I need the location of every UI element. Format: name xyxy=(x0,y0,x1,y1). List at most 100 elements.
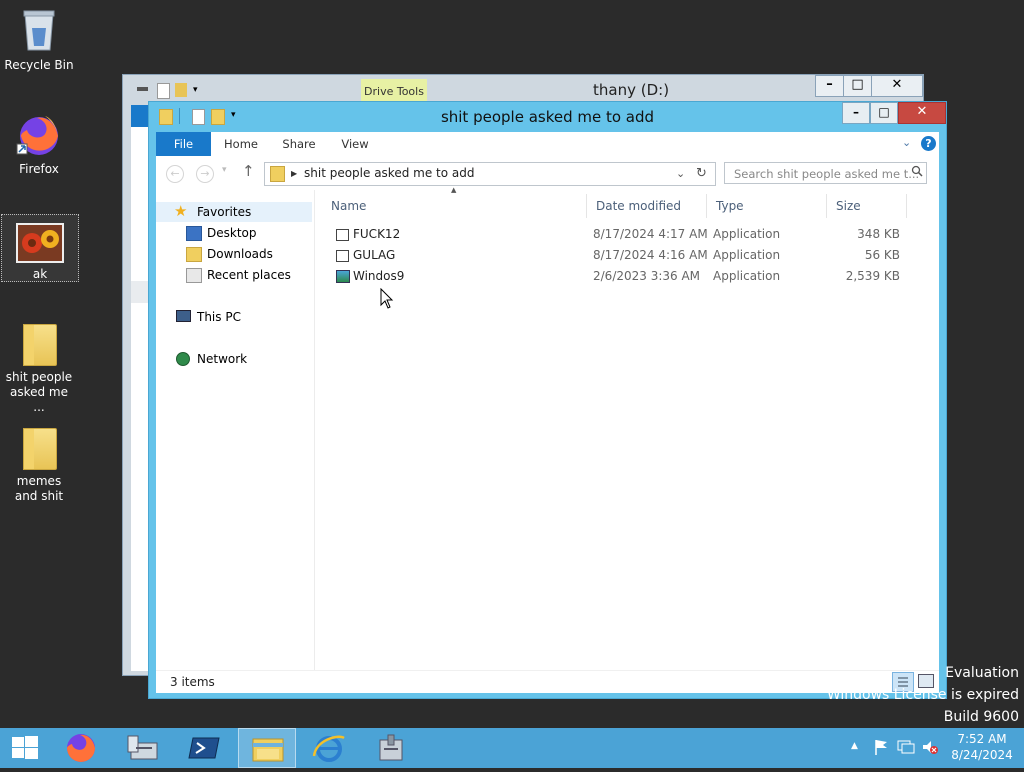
downloads-icon xyxy=(186,247,202,262)
search-icon xyxy=(911,165,923,177)
minimize-button[interactable]: – xyxy=(842,102,870,124)
tab-file[interactable]: File xyxy=(156,132,211,156)
start-button[interactable] xyxy=(0,728,50,768)
help-icon[interactable]: ? xyxy=(921,136,936,151)
address-bar[interactable]: ▶ shit people asked me to add ⌄ ↻ xyxy=(264,162,716,186)
taskbar-server-manager[interactable] xyxy=(114,728,172,768)
file-type: Application xyxy=(713,248,781,262)
powershell-icon xyxy=(188,737,220,759)
status-bar: 3 items xyxy=(156,670,939,693)
desktop-icon-label: shit people asked me ... xyxy=(5,370,73,414)
breadcrumb-current[interactable]: shit people asked me to add xyxy=(304,163,474,184)
window-titlebar[interactable]: ▾ shit people asked me to add – □ ✕ xyxy=(149,102,946,132)
back-window-titlebar[interactable]: ▾ Drive Tools thany (D:) – □ ✕ xyxy=(123,75,923,101)
nav-item-desktop[interactable]: Desktop xyxy=(186,223,306,243)
navigation-pane: ★ Favorites Desktop Downloads Recent pla… xyxy=(156,190,315,670)
evaluation-watermark-line3: Build 9600 xyxy=(943,709,1019,725)
tab-home[interactable]: Home xyxy=(218,132,264,156)
column-header-size[interactable]: Size xyxy=(827,194,907,218)
maximize-button[interactable]: □ xyxy=(870,102,898,124)
nav-item-recent-places[interactable]: Recent places xyxy=(186,265,306,285)
desktop-icon-label: Firefox xyxy=(19,162,59,176)
recent-locations-icon[interactable]: ▾ xyxy=(222,165,227,175)
taskbar-internet-explorer[interactable] xyxy=(300,728,358,768)
window-title: shit people asked me to add xyxy=(440,108,655,126)
item-count: 3 items xyxy=(170,675,215,689)
desktop-icon-ak[interactable]: ak xyxy=(1,214,79,282)
file-row[interactable]: FUCK12 8/17/2024 4:17 AM Application 348… xyxy=(324,224,914,245)
file-row[interactable]: Windos9 2/6/2023 3:36 AM Application 2,5… xyxy=(324,266,914,287)
server-manager-icon xyxy=(127,735,158,760)
file-row[interactable]: GULAG 8/17/2024 4:16 AM Application 56 K… xyxy=(324,245,914,266)
refresh-icon[interactable]: ↻ xyxy=(696,163,707,184)
file-date: 8/17/2024 4:16 AM xyxy=(593,248,708,262)
nav-this-pc[interactable]: This PC xyxy=(176,307,296,327)
desktop-icon-label: ak xyxy=(32,267,48,281)
file-list: ▲ Name Date modified Type Size FUCK12 8/… xyxy=(314,186,939,670)
computer-icon xyxy=(176,310,191,322)
network-tray-icon[interactable] xyxy=(897,739,915,755)
column-header-type[interactable]: Type xyxy=(707,194,827,218)
folder-icon xyxy=(15,318,63,366)
close-button[interactable]: ✕ xyxy=(898,102,946,124)
drive-tools-context-tab[interactable]: Drive Tools xyxy=(361,79,427,101)
taskbar: ▲ 7:52 AM 8/24/2024 xyxy=(0,728,1024,768)
star-icon: ★ xyxy=(174,202,188,220)
breadcrumb-chevron-icon[interactable]: ▶ xyxy=(291,163,297,184)
nav-favorites[interactable]: ★ Favorites xyxy=(174,202,304,222)
file-name: Windos9 xyxy=(353,269,405,283)
tab-share[interactable]: Share xyxy=(276,132,322,156)
nav-item-downloads[interactable]: Downloads xyxy=(186,244,306,264)
folder-icon xyxy=(270,166,285,182)
column-header-name[interactable]: Name xyxy=(322,194,587,218)
explorer-window[interactable]: ▾ shit people asked me to add – □ ✕ File… xyxy=(148,101,947,699)
sort-arrow-icon: ▲ xyxy=(451,186,457,194)
up-button[interactable]: ↑ xyxy=(242,162,255,180)
desktop-icon-label: memes and shit xyxy=(14,474,64,503)
file-date: 8/17/2024 4:17 AM xyxy=(593,227,708,241)
taskbar-app-installer[interactable] xyxy=(362,728,420,768)
installer-icon xyxy=(379,734,403,761)
back-minimize-button[interactable]: – xyxy=(815,75,844,97)
clock-time: 7:52 AM xyxy=(957,732,1007,746)
evaluation-watermark-line2: Windows License is expired xyxy=(826,687,1019,703)
expand-ribbon-icon[interactable]: ⌄ xyxy=(902,136,911,149)
taskbar-file-explorer[interactable] xyxy=(238,728,296,768)
clock-date: 8/24/2024 xyxy=(951,748,1013,762)
file-size: 348 KB xyxy=(857,227,900,241)
volume-muted-icon[interactable] xyxy=(921,739,939,755)
back-close-button[interactable]: ✕ xyxy=(871,75,923,97)
application-icon xyxy=(336,270,350,283)
search-input[interactable]: Search shit people asked me t... xyxy=(724,162,927,184)
file-type: Application xyxy=(713,269,781,283)
recent-places-icon xyxy=(186,268,202,283)
desktop-icon-folder-shit-people[interactable]: shit people asked me ... xyxy=(1,318,77,415)
folder-icon xyxy=(15,422,63,470)
show-hidden-icons-button[interactable]: ▲ xyxy=(851,741,858,751)
desktop-icon-recycle-bin[interactable]: Recycle Bin xyxy=(1,6,77,73)
taskbar-powershell[interactable] xyxy=(176,728,234,768)
back-maximize-button[interactable]: □ xyxy=(843,75,872,97)
nav-network[interactable]: Network xyxy=(176,349,296,369)
back-button[interactable]: ← xyxy=(166,165,184,183)
desktop-icon-folder-memes[interactable]: memes and shit xyxy=(1,422,77,504)
large-icons-view-button[interactable] xyxy=(918,674,934,688)
forward-button[interactable]: → xyxy=(196,165,214,183)
desktop-icon-firefox[interactable]: Firefox xyxy=(1,110,77,177)
ribbon-tabs: File Home Share View ⌄ ? xyxy=(156,132,939,157)
file-date: 2/6/2023 3:36 AM xyxy=(593,269,701,283)
file-name: GULAG xyxy=(353,248,396,262)
firefox-icon xyxy=(15,110,63,158)
column-header-date[interactable]: Date modified xyxy=(587,194,707,218)
application-icon xyxy=(336,229,349,241)
windows-logo-icon xyxy=(12,736,38,759)
tab-view[interactable]: View xyxy=(332,132,378,156)
taskbar-firefox[interactable] xyxy=(52,728,110,768)
recycle-bin-icon xyxy=(15,6,63,54)
evaluation-watermark-line1: Evaluation xyxy=(945,665,1019,681)
action-center-flag-icon[interactable] xyxy=(873,738,889,756)
image-file-icon xyxy=(16,223,64,263)
clock[interactable]: 7:52 AM 8/24/2024 xyxy=(946,731,1018,763)
mouse-cursor xyxy=(380,287,394,310)
address-dropdown-icon[interactable]: ⌄ xyxy=(676,163,685,184)
